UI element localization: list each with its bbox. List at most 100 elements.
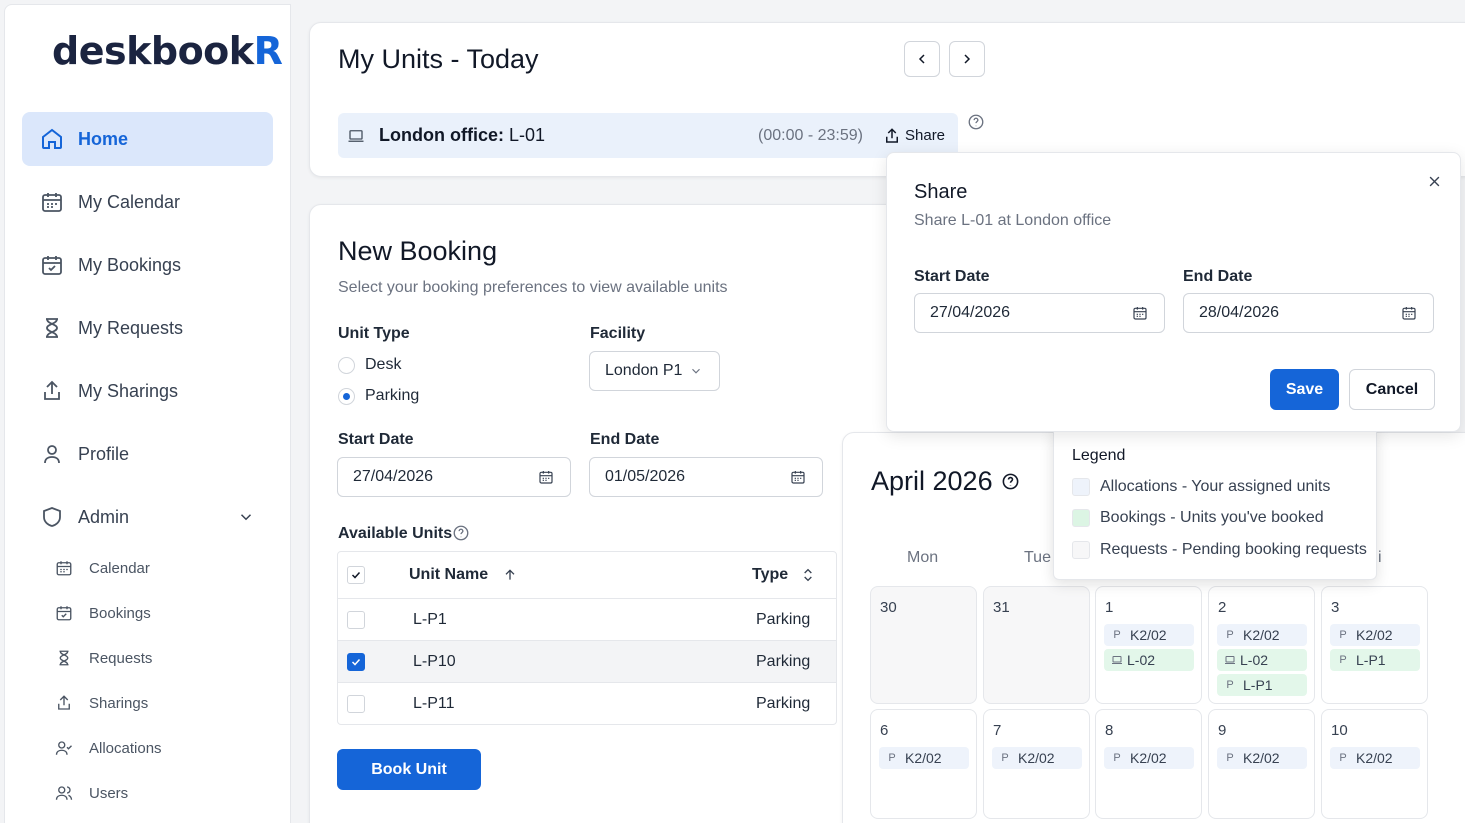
help-icon[interactable] [1001, 472, 1020, 491]
start-date-field[interactable]: 27/04/2026 [337, 457, 571, 497]
calendar-icon[interactable] [1401, 305, 1417, 321]
share-start-date-label: Start Date [914, 268, 990, 285]
chip-label: L-P1 [1243, 677, 1273, 693]
sidebar-subitem-label: Bookings [89, 604, 151, 622]
calendar-day[interactable]: 31 [983, 586, 1090, 704]
chip-label: K2/02 [1356, 750, 1393, 766]
day-number: 3 [1331, 599, 1340, 616]
day-number: 31 [993, 599, 1010, 616]
share-start-date-field[interactable]: 27/04/2026 [914, 293, 1165, 333]
legend-item-requests: Requests - Pending booking requests [1072, 541, 1367, 559]
radio-label: Desk [365, 356, 402, 373]
calendar-icon [56, 561, 72, 576]
deskbookr-logo[interactable]: deskbookR [52, 29, 283, 73]
available-units-table: Unit Name Type L-P1 Parking L-P10 Parkin… [337, 551, 837, 725]
legend-label: Allocations - Your assigned units [1100, 478, 1331, 495]
select-all-checkbox[interactable] [347, 566, 365, 584]
calendar-day[interactable]: 30 [870, 586, 977, 704]
sort-ascending-icon [505, 569, 515, 580]
sidebar-item-label: My Calendar [78, 191, 181, 212]
calendar-day[interactable]: 2 P K2/02 L-02 P L-P1 [1208, 586, 1315, 704]
save-button[interactable]: Save [1270, 369, 1339, 410]
unit-name-cell: L-P1 [413, 610, 447, 628]
end-date-value: 01/05/2026 [605, 468, 686, 485]
previous-day-button[interactable] [904, 41, 940, 77]
share-end-date-field[interactable]: 28/04/2026 [1183, 293, 1434, 333]
share-icon [886, 127, 898, 143]
column-label: Type [752, 566, 789, 583]
allocation-chip[interactable]: P K2/02 [1104, 747, 1194, 769]
sidebar-subitem-bookings[interactable]: Bookings [55, 598, 151, 628]
booking-chip[interactable]: P L-P1 [1217, 674, 1307, 696]
my-unit-item[interactable]: London office: L-01 (00:00 - 23:59) Shar… [338, 113, 958, 158]
calendar-day[interactable]: 9 P K2/02 [1208, 709, 1315, 819]
table-row[interactable]: L-P10 Parking [338, 640, 836, 682]
help-icon[interactable] [452, 524, 470, 542]
allocation-chip[interactable]: P K2/02 [879, 747, 969, 769]
allocation-chip[interactable]: P K2/02 [992, 747, 1082, 769]
calendar-day[interactable]: 7 P K2/02 [983, 709, 1090, 819]
calendar-day[interactable]: 1 P K2/02 L-02 [1095, 586, 1202, 704]
weekday-header: Tue [1024, 549, 1051, 566]
sidebar-item-my-requests[interactable]: My Requests [22, 301, 273, 355]
row-checkbox[interactable] [347, 652, 365, 671]
end-date-field[interactable]: 01/05/2026 [589, 457, 823, 497]
calendar-day[interactable]: 6 P K2/02 [870, 709, 977, 819]
table-row[interactable]: L-P1 Parking [338, 598, 836, 640]
my-units-title: My Units - Today [338, 44, 539, 74]
legend-item-bookings: Bookings - Units you've booked [1072, 509, 1324, 527]
sidebar-subitem-sharings[interactable]: Sharings [55, 688, 148, 718]
sidebar-item-profile[interactable]: Profile [22, 427, 273, 481]
sidebar-item-home[interactable]: Home [22, 112, 273, 166]
parking-icon: P [1226, 752, 1234, 764]
chevron-down-icon[interactable] [237, 508, 255, 526]
start-date-value: 27/04/2026 [353, 468, 434, 485]
allocation-chip[interactable]: P K2/02 [1330, 747, 1420, 769]
close-icon[interactable] [1427, 174, 1442, 189]
share-button[interactable]: Share [883, 127, 945, 145]
help-icon[interactable] [967, 113, 985, 131]
facility-select[interactable]: London P1 [589, 351, 720, 391]
row-checkbox[interactable] [347, 610, 365, 629]
booking-chip[interactable]: L-02 [1104, 649, 1194, 671]
booking-chip[interactable]: P L-P1 [1330, 649, 1420, 671]
sidebar-item-my-bookings[interactable]: My Bookings [22, 238, 273, 292]
legend-item-allocations: Allocations - Your assigned units [1072, 478, 1330, 496]
allocation-chip[interactable]: P K2/02 [1330, 624, 1420, 646]
chevron-down-icon [692, 368, 700, 374]
next-day-button[interactable] [949, 41, 985, 77]
calendar-day[interactable]: 3 P K2/02 P L-P1 [1321, 586, 1428, 704]
allocation-chip[interactable]: P K2/02 [1217, 747, 1307, 769]
calendar-check-icon [56, 606, 72, 621]
sidebar-subitem-calendar[interactable]: Calendar [55, 553, 150, 583]
book-unit-button[interactable]: Book Unit [337, 749, 481, 790]
sidebar-subitem-requests[interactable]: Requests [55, 643, 152, 673]
calendar-icon[interactable] [1132, 305, 1148, 321]
sidebar: deskbookR Home My Calendar My Bookings M… [4, 4, 291, 823]
user-icon [44, 445, 60, 464]
row-checkbox[interactable] [347, 694, 365, 713]
calendar-day[interactable]: 8 P K2/02 [1095, 709, 1202, 819]
sidebar-subitem-users[interactable]: Users [55, 778, 128, 808]
calendar-icon[interactable] [538, 469, 554, 485]
sidebar-item-admin[interactable]: Admin [22, 490, 273, 544]
unit-type-cell: Parking [756, 652, 811, 670]
booking-chip[interactable]: L-02 [1217, 649, 1307, 671]
chip-label: K2/02 [905, 750, 942, 766]
table-header-row: Unit Name Type [338, 552, 836, 598]
calendar-day[interactable]: 10 P K2/02 [1321, 709, 1428, 819]
allocation-chip[interactable]: P K2/02 [1104, 624, 1194, 646]
table-row[interactable]: L-P11 Parking [338, 682, 836, 724]
unit-name-column-header[interactable]: Unit Name [409, 566, 518, 584]
sidebar-subitem-allocations[interactable]: Allocations [55, 733, 162, 763]
unit-type-parking-radio[interactable]: Parking [338, 387, 419, 405]
cancel-button[interactable]: Cancel [1349, 369, 1435, 410]
type-column-header[interactable]: Type [752, 566, 816, 584]
sidebar-item-my-calendar[interactable]: My Calendar [22, 175, 273, 229]
allocation-chip[interactable]: P K2/02 [1217, 624, 1307, 646]
chevron-right-icon [964, 54, 971, 64]
calendar-icon[interactable] [790, 469, 806, 485]
sidebar-item-my-sharings[interactable]: My Sharings [22, 364, 273, 418]
unit-name-cell: L-P11 [413, 694, 455, 712]
unit-type-desk-radio[interactable]: Desk [338, 356, 401, 374]
